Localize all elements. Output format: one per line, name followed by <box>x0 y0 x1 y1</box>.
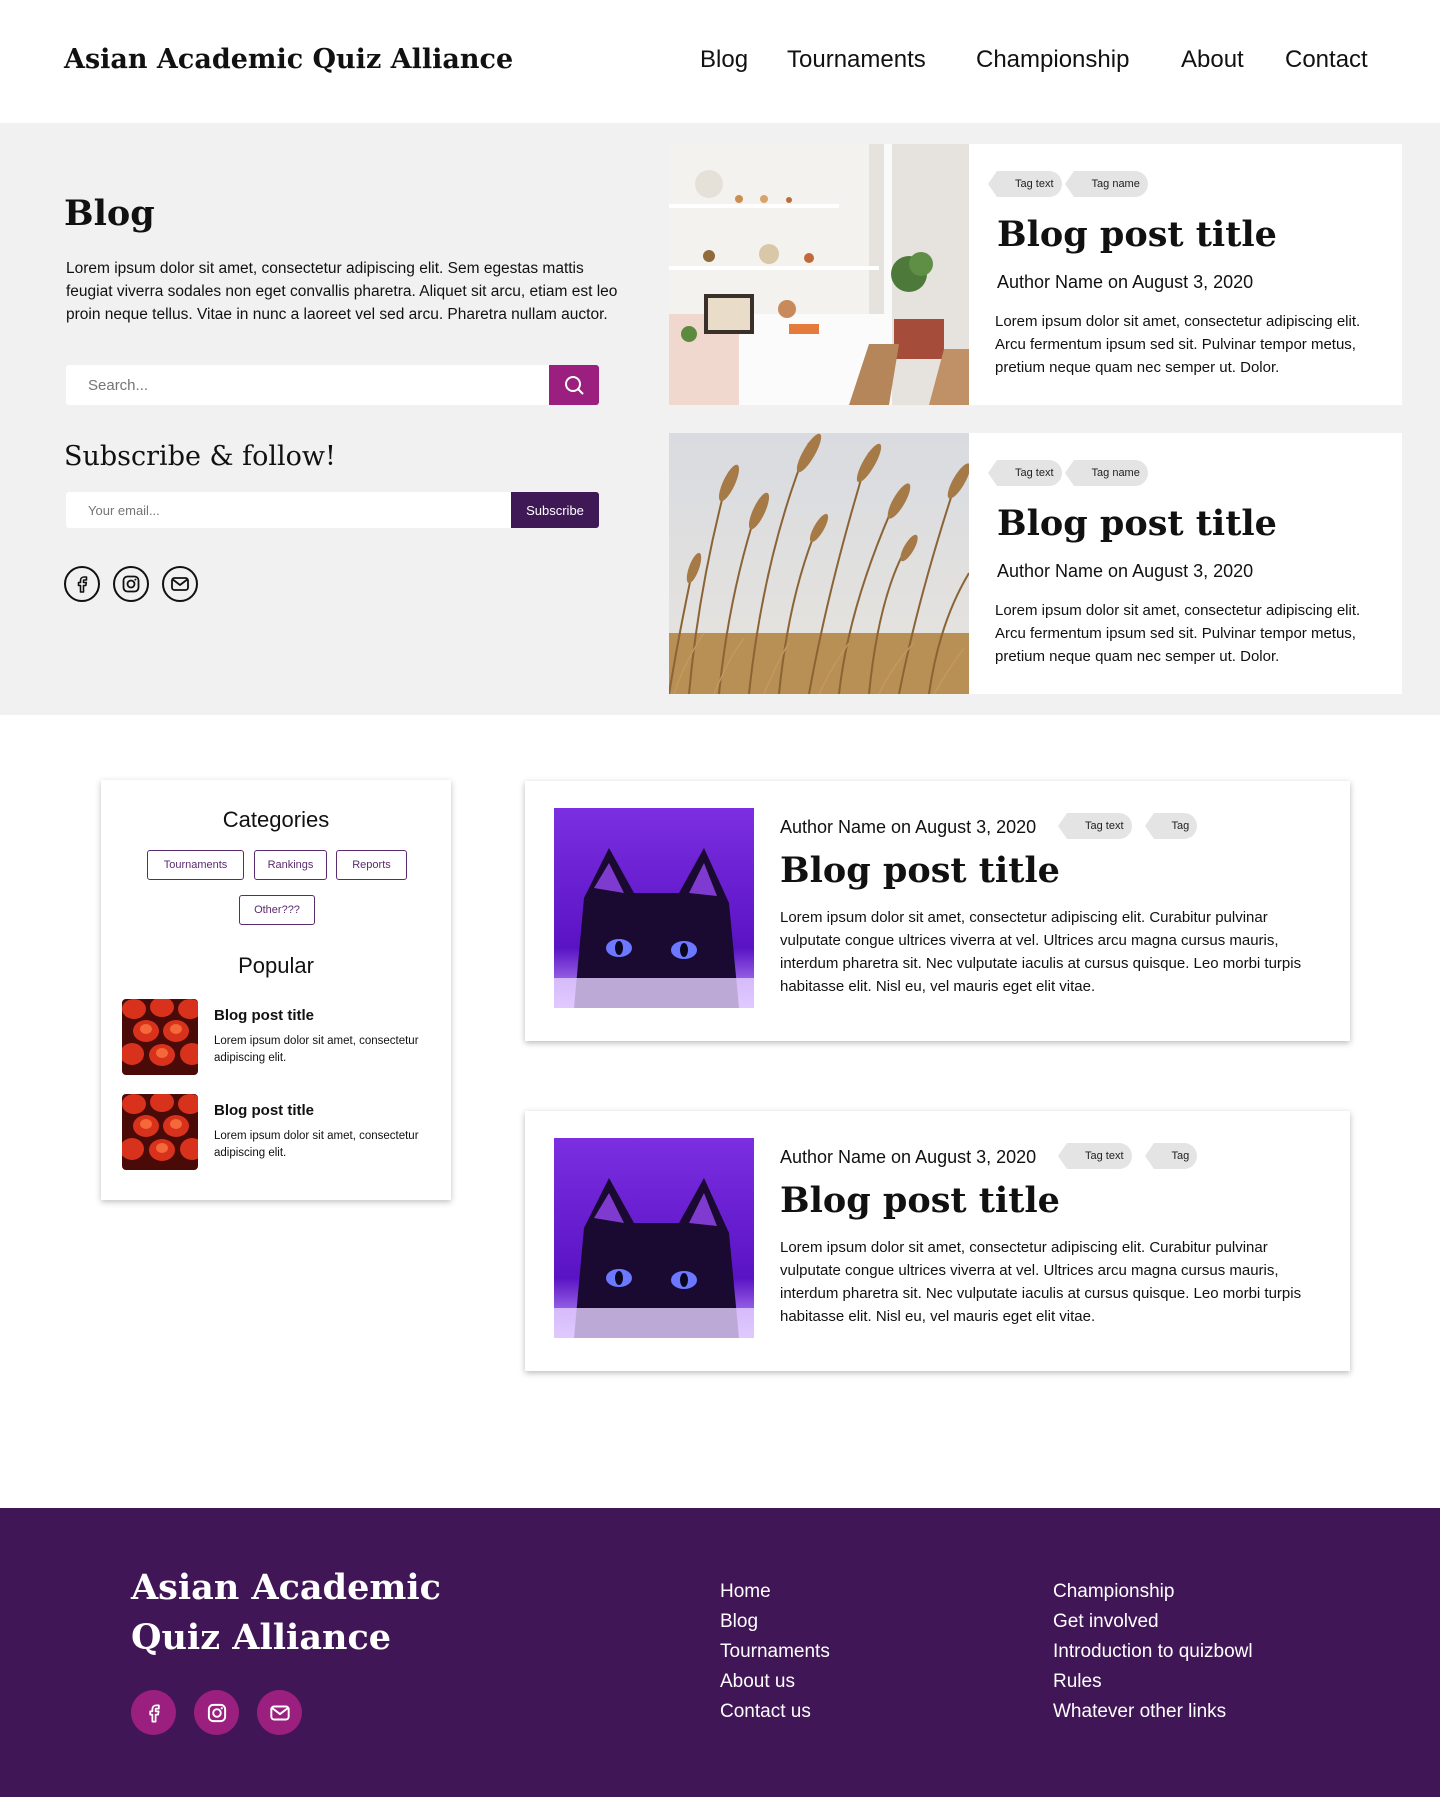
featured-post[interactable]: Tag text Tag name Blog post title Author… <box>669 144 1402 405</box>
footer-link-about[interactable]: About us <box>720 1667 830 1697</box>
tag-list: Tag text Tag <box>1058 1143 1198 1169</box>
post-excerpt: Lorem ipsum dolor sit amet, consectetur … <box>780 909 1302 995</box>
nav-championship[interactable]: Championship <box>976 46 1129 74</box>
category-reports[interactable]: Reports <box>336 850 407 880</box>
subscribe-button[interactable]: Subscribe <box>511 492 599 528</box>
nav-blog[interactable]: Blog <box>700 46 748 74</box>
footer-links-col1: Home Blog Tournaments About us Contact u… <box>720 1577 830 1727</box>
site-header: Asian Academic Quiz Alliance Blog Tourna… <box>0 0 1440 123</box>
search-bar <box>66 365 599 405</box>
tag-list: Tag text Tag name <box>988 171 1148 197</box>
footer-link-tournaments[interactable]: Tournaments <box>720 1637 830 1667</box>
post-image <box>669 144 969 405</box>
tag[interactable]: Tag <box>1144 813 1198 839</box>
tag[interactable]: Tag text <box>1058 1143 1132 1169</box>
footer-link-other[interactable]: Whatever other links <box>1053 1697 1253 1727</box>
site-brand[interactable]: Asian Academic Quiz Alliance <box>64 44 513 75</box>
tag[interactable]: Tag text <box>988 171 1062 197</box>
footer-links-col2: Championship Get involved Introduction t… <box>1053 1577 1253 1727</box>
category-other[interactable]: Other??? <box>239 895 315 925</box>
facebook-icon <box>141 1700 167 1726</box>
post-title[interactable]: Blog post title <box>780 1180 1060 1221</box>
blog-post-card[interactable]: Author Name on August 3, 2020 Tag text T… <box>525 781 1350 1041</box>
post-image <box>669 433 969 694</box>
post-meta: Author Name on August 3, 2020 <box>780 817 1037 837</box>
popular-title: Popular <box>238 953 314 978</box>
post-excerpt: Lorem ipsum dolor sit amet, consectetur … <box>995 602 1361 665</box>
facebook-link[interactable] <box>64 566 100 602</box>
footer-link-rules[interactable]: Rules <box>1053 1667 1253 1697</box>
sidebar: Categories Tournaments Rankings Reports … <box>101 780 451 1200</box>
mail-icon <box>168 572 192 596</box>
tag[interactable]: Tag text <box>988 460 1062 486</box>
hero-description: Lorem ipsum dolor sit amet, consectetur … <box>66 260 618 323</box>
category-rankings[interactable]: Rankings <box>254 850 327 880</box>
post-meta: Author Name on August 3, 2020 <box>997 561 1254 581</box>
search-icon <box>565 376 584 395</box>
categories-title: Categories <box>222 807 330 832</box>
hero-section: Blog Lorem ipsum dolor sit amet, consect… <box>0 123 1440 715</box>
popular-post-image <box>122 1094 198 1170</box>
footer-link-intro[interactable]: Introduction to quizbowl <box>1053 1637 1253 1667</box>
post-title[interactable]: Blog post title <box>997 503 1277 544</box>
footer-brand: Asian Academic Quiz Alliance <box>131 1563 461 1663</box>
post-title[interactable]: Blog post title <box>997 214 1277 255</box>
footer-brand-line: Asian Academic <box>131 1567 441 1608</box>
tag[interactable]: Tag <box>1144 1143 1198 1169</box>
search-input[interactable] <box>86 365 526 405</box>
post-meta: Author Name on August 3, 2020 <box>780 1147 1037 1167</box>
footer-instagram-link[interactable] <box>194 1690 239 1735</box>
nav-tournaments[interactable]: Tournaments <box>787 46 926 74</box>
popular-post-title: Blog post title <box>214 1007 314 1024</box>
tag[interactable]: Tag name <box>1064 460 1148 486</box>
tag[interactable]: Tag name <box>1064 171 1148 197</box>
post-image <box>554 1138 754 1338</box>
instagram-link[interactable] <box>113 566 149 602</box>
footer-link-blog[interactable]: Blog <box>720 1607 830 1637</box>
featured-post[interactable]: Tag text Tag name Blog post title Author… <box>669 433 1402 694</box>
instagram-icon <box>204 1700 230 1726</box>
popular-post-image <box>122 999 198 1075</box>
facebook-icon <box>70 572 94 596</box>
mail-link[interactable] <box>162 566 198 602</box>
footer-mail-link[interactable] <box>257 1690 302 1735</box>
site-footer: Asian Academic Quiz Alliance Home Blog T… <box>0 1508 1440 1797</box>
footer-link-contact[interactable]: Contact us <box>720 1697 830 1727</box>
post-image <box>554 808 754 1008</box>
popular-post[interactable]: Blog post title Lorem ipsum dolor sit am… <box>122 1094 442 1170</box>
tag-list: Tag text Tag <box>1058 813 1198 839</box>
category-tournaments[interactable]: Tournaments <box>147 850 244 880</box>
search-button[interactable] <box>549 365 599 405</box>
post-meta: Author Name on August 3, 2020 <box>997 272 1254 292</box>
post-excerpt: Lorem ipsum dolor sit amet, consectetur … <box>780 1239 1302 1325</box>
nav-about[interactable]: About <box>1181 46 1244 74</box>
instagram-icon <box>119 572 143 596</box>
blog-post-card[interactable]: Author Name on August 3, 2020 Tag text T… <box>525 1111 1350 1371</box>
footer-link-home[interactable]: Home <box>720 1577 830 1607</box>
tag[interactable]: Tag text <box>1058 813 1132 839</box>
mail-icon <box>267 1700 293 1726</box>
popular-post-title: Blog post title <box>214 1102 314 1119</box>
email-field[interactable] <box>86 492 486 528</box>
nav-contact[interactable]: Contact <box>1285 46 1368 74</box>
footer-brand-line: Quiz Alliance <box>131 1617 392 1658</box>
subscribe-form: Subscribe <box>66 492 599 528</box>
popular-post[interactable]: Blog post title Lorem ipsum dolor sit am… <box>122 999 442 1075</box>
page-title: Blog <box>64 193 155 234</box>
footer-link-championship[interactable]: Championship <box>1053 1577 1253 1607</box>
footer-link-get-involved[interactable]: Get involved <box>1053 1607 1253 1637</box>
post-title[interactable]: Blog post title <box>780 850 1060 891</box>
popular-post-desc: Lorem ipsum dolor sit amet, consectetur … <box>214 1130 419 1159</box>
subscribe-title: Subscribe & follow! <box>64 441 336 472</box>
tag-list: Tag text Tag name <box>988 460 1148 486</box>
footer-facebook-link[interactable] <box>131 1690 176 1735</box>
post-excerpt: Lorem ipsum dolor sit amet, consectetur … <box>995 313 1361 376</box>
popular-post-desc: Lorem ipsum dolor sit amet, consectetur … <box>214 1035 419 1064</box>
